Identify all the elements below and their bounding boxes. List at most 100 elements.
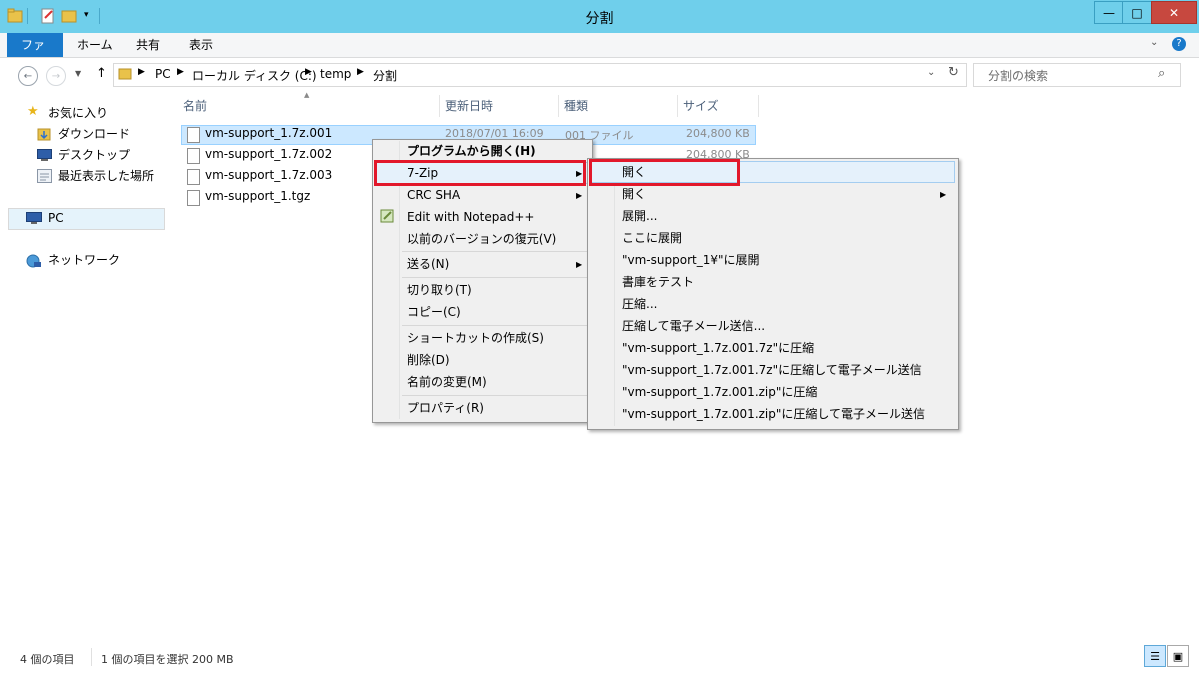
submenu-item-open-as[interactable]: 開く <box>622 183 646 205</box>
tab-home[interactable]: ホーム <box>63 33 127 57</box>
up-arrow-icon[interactable]: ↑ <box>96 66 107 81</box>
maximize-icon: □ <box>1131 5 1143 20</box>
folder-icon <box>118 66 132 83</box>
submenu-item-test-archive[interactable]: 書庫をテスト <box>622 271 694 293</box>
menu-item-rename[interactable]: 名前の変更(M) <box>407 371 487 393</box>
back-button[interactable]: ← <box>18 66 38 86</box>
details-view-icon: ☰ <box>1150 649 1160 663</box>
menu-item-send-to[interactable]: 送る(N) <box>407 253 449 275</box>
file-icon <box>187 148 200 164</box>
submenu-item-compress-email[interactable]: 圧縮して電子メール送信... <box>622 315 765 337</box>
submenu-arrow-icon: ▶ <box>576 191 583 200</box>
file-name[interactable]: vm-support_1.7z.003 <box>205 168 332 182</box>
submenu-arrow-icon: ▶ <box>940 190 947 199</box>
submenu-arrow-icon: ▶ <box>576 260 583 269</box>
breadcrumb-temp[interactable]: temp <box>320 67 351 81</box>
nav-favorites[interactable]: お気に入り <box>48 103 108 123</box>
breadcrumb-local-disk[interactable]: ローカル ディスク (C:) <box>192 67 317 84</box>
breadcrumb-separator: ▶ <box>305 67 312 77</box>
details-view-button[interactable]: ☰ <box>1144 645 1166 667</box>
recent-places-icon <box>37 169 52 186</box>
breadcrumb-separator: ▶ <box>177 67 184 77</box>
file-icon <box>187 127 200 143</box>
nav-network[interactable]: ネットワーク <box>48 250 120 270</box>
menu-item-copy[interactable]: コピー(C) <box>407 301 461 323</box>
breadcrumb-pc[interactable]: PC <box>155 67 171 81</box>
forward-button[interactable]: → <box>46 66 66 86</box>
menu-item-create-shortcut[interactable]: ショートカットの作成(S) <box>407 327 544 349</box>
forward-arrow-icon: → <box>51 70 61 82</box>
menu-item-delete[interactable]: 削除(D) <box>407 349 450 371</box>
large-icons-view-button[interactable]: ▣ <box>1167 645 1189 667</box>
submenu-item-compress-7z-email[interactable]: "vm-support_1.7z.001.7z"に圧縮して電子メール送信 <box>622 359 922 381</box>
file-icon <box>187 190 200 206</box>
address-history-icon[interactable]: ⌄ <box>927 67 935 78</box>
menu-item-7zip[interactable]: 7-Zip <box>407 162 438 184</box>
close-icon: ✕ <box>1168 5 1180 20</box>
computer-icon <box>26 212 42 227</box>
recent-locations-icon[interactable]: ▼ <box>75 69 81 78</box>
file-name[interactable]: vm-support_1.7z.001 <box>205 126 332 140</box>
menu-separator <box>402 251 588 252</box>
menu-item-crc-sha[interactable]: CRC SHA <box>407 184 460 206</box>
file-size: 204,800 KB <box>686 127 750 140</box>
breadcrumb-separator: ▶ <box>138 67 145 77</box>
menu-item-properties[interactable]: プロパティ(R) <box>407 397 484 419</box>
submenu-item-compress[interactable]: 圧縮... <box>622 293 657 315</box>
search-placeholder: 分割の検索 <box>988 69 1049 83</box>
file-name[interactable]: vm-support_1.7z.002 <box>205 147 332 161</box>
menu-separator <box>402 395 588 396</box>
search-icon[interactable]: ⌕ <box>1158 66 1165 81</box>
menu-item-cut[interactable]: 切り取り(T) <box>407 279 472 301</box>
column-header-size[interactable]: サイズ <box>678 95 759 117</box>
nav-recent-places[interactable]: 最近表示した場所 <box>58 166 154 186</box>
menu-gutter <box>614 160 615 426</box>
submenu-item-compress-7z[interactable]: "vm-support_1.7z.001.7z"に圧縮 <box>622 337 814 359</box>
submenu-arrow-icon: ▶ <box>576 169 583 178</box>
annotation-box <box>374 160 586 186</box>
minimize-button[interactable]: — <box>1094 1 1124 24</box>
nav-desktop[interactable]: デスクトップ <box>58 145 130 165</box>
minimize-icon: — <box>1103 5 1115 20</box>
nav-pc[interactable]: PC <box>48 208 64 228</box>
notepad-plus-plus-icon <box>380 209 394 226</box>
submenu-item-extract[interactable]: 展開... <box>622 205 657 227</box>
menu-item-restore-previous[interactable]: 以前のバージョンの復元(V) <box>407 228 556 250</box>
submenu-item-extract-to-folder[interactable]: "vm-support_1¥"に展開 <box>622 249 760 271</box>
column-header-name[interactable]: 名前 <box>178 95 440 117</box>
tab-view[interactable]: 表示 <box>175 33 227 57</box>
nav-downloads[interactable]: ダウンロード <box>58 124 130 144</box>
file-name[interactable]: vm-support_1.tgz <box>205 189 310 203</box>
maximize-button[interactable]: □ <box>1122 1 1152 24</box>
desktop-icon <box>37 149 52 164</box>
submenu-item-extract-here[interactable]: ここに展開 <box>622 227 682 249</box>
tab-file[interactable]: ファイル <box>7 33 63 76</box>
downloads-folder-icon <box>37 127 51 144</box>
column-header-type[interactable]: 種類 <box>559 95 678 117</box>
tab-share[interactable]: 共有 <box>122 33 174 57</box>
close-button[interactable]: ✕ <box>1151 1 1197 24</box>
large-icons-view-icon: ▣ <box>1172 649 1184 663</box>
star-icon: ★ <box>27 104 39 119</box>
window-title: 分割 <box>585 11 614 27</box>
submenu-item-compress-zip-email[interactable]: "vm-support_1.7z.001.zip"に圧縮して電子メール送信 <box>622 403 925 425</box>
help-icon[interactable]: ? <box>1172 37 1186 51</box>
breadcrumb-separator: ▶ <box>357 67 364 77</box>
status-item-count: 4 個の項目 <box>20 653 75 666</box>
submenu-item-open[interactable]: 開く <box>622 161 646 183</box>
annotation-box <box>589 159 740 186</box>
menu-separator <box>402 325 588 326</box>
file-icon <box>187 169 200 185</box>
column-header-date[interactable]: 更新日時 <box>440 95 559 117</box>
submenu-item-compress-zip[interactable]: "vm-support_1.7z.001.zip"に圧縮 <box>622 381 817 403</box>
status-divider <box>91 648 92 666</box>
ribbon-expand-icon[interactable]: ⌄ <box>1150 37 1158 48</box>
breadcrumb-current[interactable]: 分割 <box>373 67 397 84</box>
back-arrow-icon: ← <box>23 70 33 82</box>
menu-separator <box>402 277 588 278</box>
status-selection: 1 個の項目を選択 200 MB <box>101 653 234 666</box>
network-icon <box>26 254 42 271</box>
menu-item-open-with[interactable]: プログラムから開く(H) <box>407 140 536 162</box>
menu-item-edit-notepad[interactable]: Edit with Notepad++ <box>407 206 534 228</box>
refresh-icon[interactable]: ↻ <box>948 65 959 80</box>
